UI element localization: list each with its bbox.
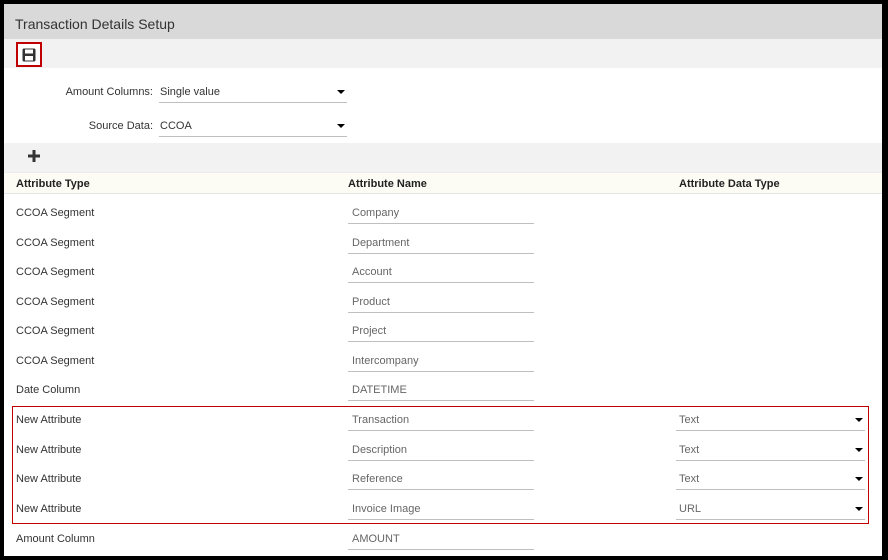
attribute-type-cell: New Attribute (16, 444, 82, 456)
attribute-data-type-select[interactable]: Text (676, 469, 865, 490)
amount-columns-select[interactable]: Single value (159, 82, 347, 103)
attribute-type-cell: Date Column (16, 384, 81, 396)
caret-down-icon (855, 477, 863, 481)
attribute-name-input[interactable]: Product (348, 292, 534, 313)
toolbar (4, 39, 882, 68)
caret-down-icon (855, 418, 863, 422)
header-attribute-type: Attribute Type (16, 178, 90, 190)
table-row: New Attribute Transaction Text (4, 410, 882, 439)
attribute-type-cell: Amount Column (16, 533, 95, 545)
attribute-type-cell: New Attribute (16, 414, 82, 426)
attribute-type-cell: CCOA Segment (16, 325, 95, 337)
table-header: Attribute Type Attribute Name Attribute … (4, 172, 882, 194)
save-icon (22, 48, 36, 61)
caret-down-icon (855, 507, 863, 511)
attribute-type-cell: CCOA Segment (16, 355, 95, 367)
add-attribute-button[interactable] (25, 147, 43, 165)
attribute-data-type-value: Text (679, 473, 700, 485)
caret-down-icon (337, 90, 345, 94)
attribute-type-cell: CCOA Segment (16, 207, 95, 219)
page-title: Transaction Details Setup (4, 4, 882, 39)
table-toolbar (4, 143, 882, 172)
attribute-name-input[interactable]: Account (348, 262, 534, 283)
table-row: New Attribute Reference Text (4, 469, 882, 498)
attribute-name-input[interactable]: Description (348, 440, 534, 461)
attribute-name-input[interactable]: AMOUNT (348, 529, 534, 550)
table-row: New Attribute Description Text (4, 440, 882, 469)
attribute-name-input[interactable]: DATETIME (348, 380, 534, 401)
attribute-data-type-select[interactable]: URL (676, 499, 865, 520)
attribute-type-cell: CCOA Segment (16, 296, 95, 308)
attribute-name-input[interactable]: Invoice Image (348, 499, 534, 520)
amount-columns-row: Amount Columns: Single value (4, 82, 404, 104)
attribute-type-cell: New Attribute (16, 473, 82, 485)
attribute-name-input[interactable]: Project (348, 321, 534, 342)
app-window: Transaction Details Setup Amount Columns… (4, 4, 882, 556)
header-attribute-data-type: Attribute Data Type (679, 178, 780, 190)
table-row: CCOA Segment Account (4, 262, 882, 291)
table-row: CCOA Segment Department (4, 233, 882, 262)
table-row: CCOA Segment Intercompany (4, 351, 882, 380)
table-row: CCOA Segment Company (4, 203, 882, 232)
attribute-name-input[interactable]: Intercompany (348, 351, 534, 372)
source-data-label: Source Data: (88, 120, 153, 132)
plus-icon (28, 150, 40, 162)
header-attribute-name: Attribute Name (348, 178, 427, 190)
attribute-type-cell: New Attribute (16, 503, 82, 515)
caret-down-icon (337, 124, 345, 128)
source-data-select[interactable]: CCOA (159, 116, 347, 137)
attribute-data-type-select[interactable]: Text (676, 410, 865, 431)
table-row: CCOA Segment Product (4, 292, 882, 321)
attribute-name-input[interactable]: Transaction (348, 410, 534, 431)
amount-columns-label: Amount Columns: (65, 86, 153, 98)
attribute-name-input[interactable]: Department (348, 233, 534, 254)
attribute-name-input[interactable]: Company (348, 203, 534, 224)
attribute-type-cell: CCOA Segment (16, 266, 95, 278)
table-row: CCOA Segment Project (4, 321, 882, 350)
attribute-data-type-select[interactable]: Text (676, 440, 865, 461)
source-data-row: Source Data: CCOA (4, 116, 404, 138)
attribute-data-type-value: Text (679, 444, 700, 456)
source-data-value: CCOA (160, 120, 192, 132)
save-button[interactable] (16, 42, 42, 67)
attribute-data-type-value: Text (679, 414, 700, 426)
amount-columns-value: Single value (160, 86, 220, 98)
attribute-type-cell: CCOA Segment (16, 237, 95, 249)
table-row: New Attribute Invoice Image URL (4, 499, 882, 528)
table-row: Date Column DATETIME (4, 380, 882, 409)
attribute-name-input[interactable]: Reference (348, 469, 534, 490)
caret-down-icon (855, 448, 863, 452)
table-row: Amount Column AMOUNT (4, 529, 882, 556)
attribute-data-type-value: URL (679, 503, 702, 515)
